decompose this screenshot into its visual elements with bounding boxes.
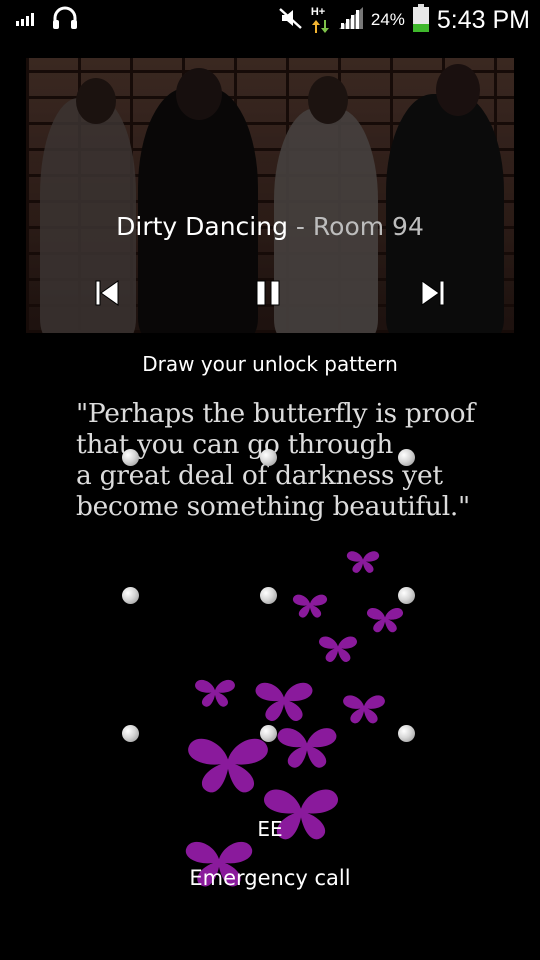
clock: 5:43 PM — [436, 5, 530, 34]
song-title: Dirty Dancing — [116, 212, 288, 241]
pause-icon — [256, 280, 280, 306]
signal-bars-icon — [338, 7, 363, 33]
mute-icon — [279, 7, 303, 33]
pattern-dot[interactable] — [122, 449, 139, 466]
battery-icon — [412, 4, 429, 36]
music-widget[interactable]: Dirty Dancing - Room 94 — [26, 58, 514, 333]
pattern-dot[interactable] — [260, 587, 277, 604]
next-icon — [421, 280, 445, 306]
pattern-dot[interactable] — [398, 449, 415, 466]
title-separator: - — [295, 212, 305, 241]
pattern-lock-grid[interactable] — [100, 430, 440, 770]
next-track-button[interactable] — [417, 278, 447, 308]
artist-name: Room 94 — [312, 212, 424, 241]
now-playing: Dirty Dancing - Room 94 — [26, 212, 514, 241]
battery-percent: 24% — [370, 10, 405, 29]
pause-button[interactable] — [254, 278, 284, 308]
status-bar: H+ 24% 5:43 PM — [0, 0, 540, 38]
pattern-dot[interactable] — [122, 587, 139, 604]
unlock-prompt: Draw your unlock pattern — [142, 352, 398, 376]
headphones-icon — [52, 6, 78, 34]
emergency-call-button[interactable]: Emergency call — [0, 866, 540, 890]
previous-icon — [95, 280, 119, 306]
carrier-name: EE — [257, 817, 283, 841]
previous-track-button[interactable] — [93, 278, 123, 308]
network-type-label: H+ — [310, 6, 326, 18]
pattern-dot[interactable] — [398, 587, 415, 604]
pattern-dot[interactable] — [398, 725, 415, 742]
pattern-dot[interactable] — [260, 449, 277, 466]
pattern-dot[interactable] — [122, 725, 139, 742]
data-arrows-icon: H+ — [311, 6, 331, 34]
signal-bars-small-icon — [16, 11, 38, 30]
quote-line: "Perhaps the butterfly is proof — [76, 398, 475, 429]
pattern-dot[interactable] — [260, 725, 277, 742]
